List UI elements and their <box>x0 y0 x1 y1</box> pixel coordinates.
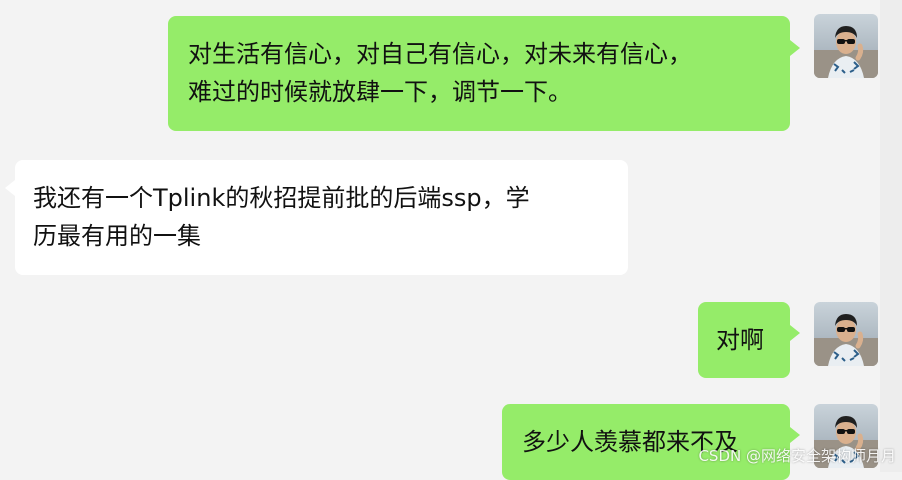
message-bubble-outgoing[interactable]: 对生活有信心，对自己有信心，对未来有信心， 难过的时候就放肆一下，调节一下。 <box>168 16 790 131</box>
message-bubble-incoming[interactable]: 我还有一个Tplink的秋招提前批的后端ssp，学 历最有用的一集 <box>15 160 628 275</box>
message-text-line: 难过的时候就放肆一下，调节一下。 <box>188 78 572 106</box>
user-avatar[interactable] <box>814 302 878 366</box>
user-avatar-icon <box>814 302 878 366</box>
message-bubble-outgoing[interactable]: 多少人羡慕都来不及 <box>502 404 790 480</box>
message-bubble-outgoing[interactable]: 对啊 <box>698 302 790 378</box>
user-avatar[interactable] <box>814 14 878 78</box>
bubble-tail <box>790 325 800 341</box>
user-avatar-icon <box>814 14 878 78</box>
message-text-line: 历最有用的一集 <box>33 222 201 250</box>
message-text-line: 对生活有信心，对自己有信心，对未来有信心， <box>188 40 692 68</box>
bubble-tail <box>5 180 15 196</box>
message-text-line: 对啊 <box>716 326 764 354</box>
watermark: CSDN @网络安全架构师月月 <box>698 447 896 465</box>
message-text-line: 我还有一个Tplink的秋招提前批的后端ssp，学 <box>33 184 530 212</box>
bubble-tail <box>790 427 800 443</box>
chat-message-area: 对生活有信心，对自己有信心，对未来有信心， 难过的时候就放肆一下，调节一下。 我… <box>0 0 880 480</box>
bubble-tail <box>790 40 800 56</box>
scrollbar-track[interactable] <box>880 0 902 472</box>
